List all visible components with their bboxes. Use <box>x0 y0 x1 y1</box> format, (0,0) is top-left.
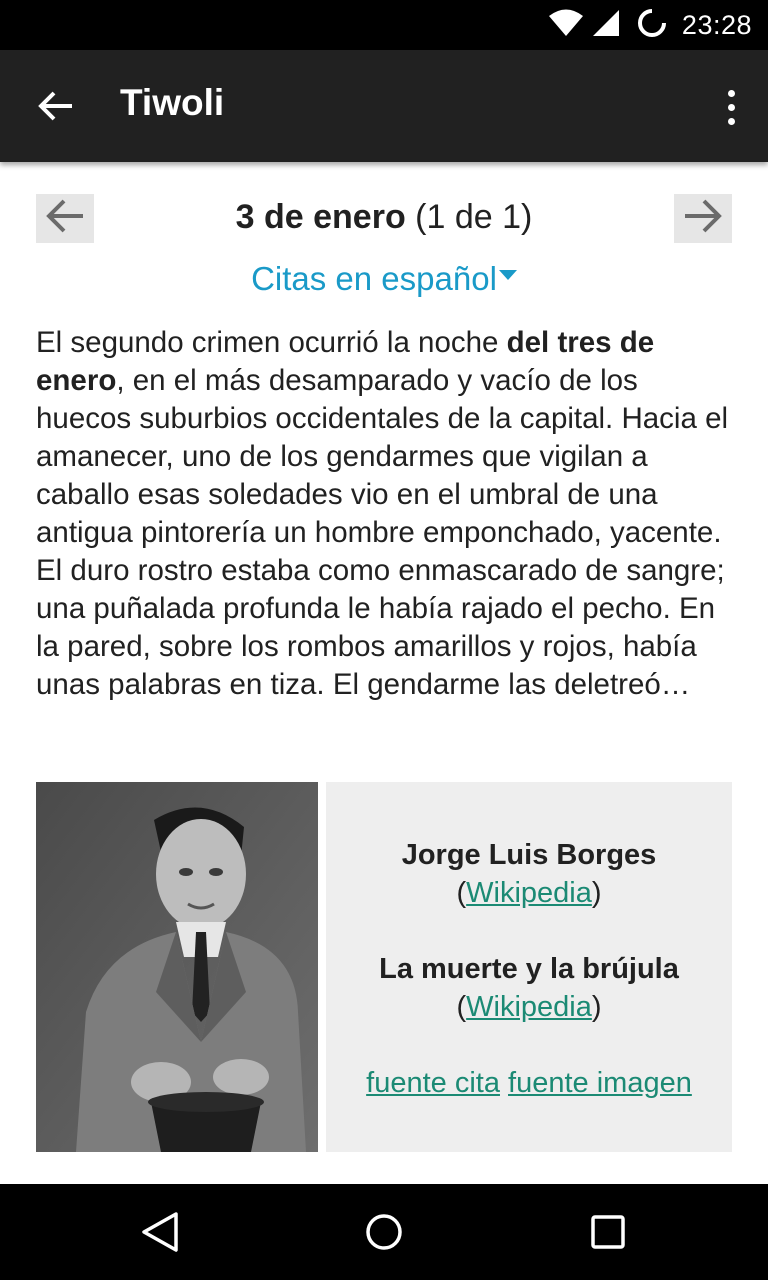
system-nav-bar <box>0 1184 768 1280</box>
date-indicator: 3 de enero (1 de 1) <box>100 198 668 237</box>
author-link-close-paren: ) <box>591 877 602 909</box>
work-link-open-paren: ( <box>456 991 467 1023</box>
arrow-right-icon <box>683 199 723 238</box>
author-link-open-paren: ( <box>456 877 467 909</box>
author-portrait <box>36 782 318 1152</box>
arrow-left-icon <box>45 199 85 238</box>
wifi-icon <box>548 9 584 42</box>
date-count: (1 de 1) <box>415 198 533 236</box>
work-wikipedia-link[interactable]: Wikipedia <box>466 991 592 1023</box>
quote-after: , en el más desamparado y vacío de los h… <box>36 364 729 701</box>
quote-text: El segundo crimen ocurrió la noche del t… <box>36 324 736 704</box>
app-bar: Tiwoli <box>0 50 768 162</box>
next-day-button[interactable] <box>674 194 732 243</box>
date-label: 3 de enero <box>235 198 406 236</box>
quote-before: El segundo crimen ocurrió la noche <box>36 326 507 359</box>
source-image-link[interactable]: fuente imagen <box>508 1067 692 1099</box>
language-dropdown[interactable]: Citas en español <box>0 260 768 298</box>
source-links: fuente cita fuente imagen <box>326 1064 732 1102</box>
source-quote-link[interactable]: fuente cita <box>366 1067 500 1099</box>
author-link-line: (Wikipedia) <box>326 874 732 912</box>
app-title: Tiwoli <box>120 82 225 123</box>
language-selected: Citas en español <box>251 260 497 297</box>
previous-day-button[interactable] <box>36 194 94 243</box>
sync-icon <box>636 7 668 44</box>
author-name: Jorge Luis Borges <box>401 839 657 871</box>
recents-square-icon[interactable] <box>578 1202 638 1262</box>
back-triangle-icon[interactable] <box>130 1202 190 1262</box>
overflow-menu-icon[interactable] <box>716 80 746 134</box>
status-time: 23:28 <box>681 9 752 40</box>
cell-signal-icon <box>592 9 620 42</box>
dropdown-caret-icon <box>498 270 517 281</box>
status-bar: 23:28 <box>0 0 768 50</box>
work-link-line: (Wikipedia) <box>326 988 732 1026</box>
author-wikipedia-link[interactable]: Wikipedia <box>466 877 592 909</box>
work-title: La muerte y la brújula <box>379 953 679 985</box>
work-link-close-paren: ) <box>591 991 602 1023</box>
back-arrow-icon[interactable] <box>28 78 84 134</box>
attribution-panel: Jorge Luis Borges (Wikipedia) La muerte … <box>326 782 732 1152</box>
home-circle-icon[interactable] <box>354 1202 414 1262</box>
